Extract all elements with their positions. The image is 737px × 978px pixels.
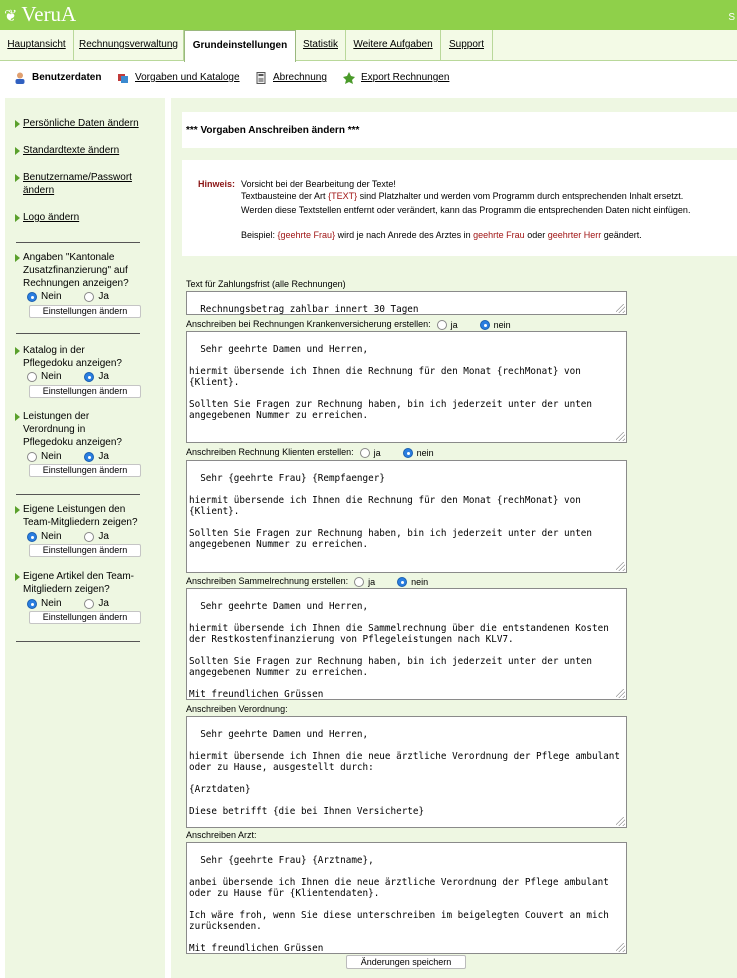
sub-navigation: Benutzerdaten Vorgaben und Kataloge Abre… — [0, 62, 737, 94]
sidebar-link-standardtexte[interactable]: Standardtexte ändern — [15, 144, 155, 157]
tab-support[interactable]: Support — [441, 30, 493, 61]
radio-ja[interactable] — [354, 576, 365, 587]
resize-grip-icon[interactable] — [616, 817, 625, 826]
subnav-abrechnung[interactable]: Abrechnung — [255, 70, 327, 86]
textarea-krankenversicherung[interactable]: Sehr geehrte Damen und Herren, hiermit ü… — [186, 331, 627, 443]
arrow-right-icon — [15, 214, 20, 222]
main-tabs: Hauptansicht Rechnungsverwaltung Grundei… — [0, 30, 737, 62]
radio-group-leistungen-verordnung: Nein Ja — [27, 451, 129, 463]
hint-line-1: Vorsicht bei der Bearbeitung der Texte! — [241, 179, 396, 189]
radio-ja[interactable] — [84, 599, 95, 609]
sidebar-divider — [16, 641, 140, 642]
radio-group-eigene-artikel: Nein Ja — [27, 598, 129, 610]
arrow-right-icon — [15, 413, 20, 421]
sidebar-divider — [16, 333, 140, 334]
radio-nein[interactable] — [27, 372, 37, 382]
radio-ja[interactable] — [84, 292, 95, 302]
save-changes-button[interactable]: Änderungen speichern — [346, 955, 466, 969]
textarea-zahlungsfrist[interactable]: Rechnungsbetrag zahlbar innert 30 Tagen — [186, 291, 627, 315]
tab-hauptansicht[interactable]: Hauptansicht — [0, 30, 74, 61]
radio-ja[interactable] — [84, 532, 95, 542]
tab-weitere-aufgaben[interactable]: Weitere Aufgaben — [346, 30, 441, 61]
label-verordnung: Anschreiben Verordnung: — [186, 704, 288, 714]
subnav-vorgaben-kataloge[interactable]: Vorgaben und Kataloge — [117, 70, 240, 86]
radio-ja[interactable] — [84, 452, 95, 462]
arrow-right-icon — [15, 147, 20, 155]
settings-button[interactable]: Einstellungen ändern — [29, 544, 141, 557]
question-zusatzfinanzierung: Angaben "Kantonale Zusatzfinanzierung" a… — [15, 251, 140, 290]
radio-nein[interactable] — [27, 452, 37, 462]
label-zahlungsfrist: Text für Zahlungsfrist (alle Rechnungen) — [186, 279, 346, 289]
radio-nein[interactable] — [27, 599, 37, 609]
hint-line-2: Textbausteine der Art {TEXT} sind Platzh… — [241, 191, 684, 201]
resize-grip-icon[interactable] — [616, 562, 625, 571]
catalog-icon — [117, 72, 129, 84]
radio-group-eigene-leistungen: Nein Ja — [27, 531, 129, 543]
logo-text: VeruA — [21, 2, 77, 26]
settings-button[interactable]: Einstellungen ändern — [29, 611, 141, 624]
question-katalog: Katalog in der Pflegedoku anzeigen? — [15, 344, 125, 370]
sidebar-link-persoenliche-daten[interactable]: Persönliche Daten ändern — [15, 117, 155, 130]
question-leistungen-verordnung: Leistungen der Verordnung in Pflegedoku … — [15, 410, 125, 449]
hint-line-3: Werden diese Textstellen entfernt oder v… — [241, 205, 691, 215]
label-klienten: Anschreiben Rechnung Klienten erstellen:… — [186, 447, 434, 458]
textarea-verordnung[interactable]: Sehr geehrte Damen und Herren, hiermit ü… — [186, 716, 627, 828]
tab-rechnungsverwaltung[interactable]: Rechnungsverwaltung — [74, 30, 184, 61]
radio-group-zusatzfinanzierung: Nein Ja — [27, 291, 129, 303]
radio-nein[interactable] — [27, 292, 37, 302]
sidebar-divider — [16, 494, 140, 495]
sidebar-link-logo[interactable]: Logo ändern — [15, 211, 155, 224]
settings-button[interactable]: Einstellungen ändern — [29, 464, 141, 477]
arrow-right-icon — [15, 174, 20, 182]
radio-ja[interactable] — [84, 372, 95, 382]
arrow-right-icon — [15, 347, 20, 355]
page-title: *** Vorgaben Anschreiben ändern *** — [182, 112, 737, 148]
radio-nein[interactable] — [479, 319, 490, 330]
radio-ja[interactable] — [359, 447, 370, 458]
resize-grip-icon[interactable] — [616, 689, 625, 698]
hint-box: Hinweis: Vorsicht bei der Bearbeitung de… — [182, 160, 737, 256]
arrow-right-icon — [15, 573, 20, 581]
subnav-export-rechnungen[interactable]: Export Rechnungen — [343, 70, 449, 86]
label-arzt: Anschreiben Arzt: — [186, 830, 257, 840]
app-logo[interactable]: ❦ VeruA — [4, 2, 76, 27]
hint-label: Hinweis: — [198, 179, 236, 189]
tab-statistik[interactable]: Statistik — [296, 30, 346, 61]
radio-ja[interactable] — [436, 319, 447, 330]
settings-button[interactable]: Einstellungen ändern — [29, 305, 141, 318]
settings-button[interactable]: Einstellungen ändern — [29, 385, 141, 398]
top-right-text: S — [728, 12, 735, 23]
arrow-right-icon — [15, 506, 20, 514]
export-icon — [343, 72, 355, 84]
textarea-klienten[interactable]: Sehr {geehrte Frau} {Rempfaenger} hiermi… — [186, 460, 627, 573]
label-sammelrechnung: Anschreiben Sammelrechnung erstellen: ja n… — [186, 576, 429, 587]
resize-grip-icon[interactable] — [616, 432, 625, 441]
leaf-logo-icon: ❦ — [4, 8, 18, 25]
textarea-sammelrechnung[interactable]: Sehr geehrte Damen und Herren, hiermit ü… — [186, 588, 627, 700]
arrow-right-icon — [15, 120, 20, 128]
radio-group-katalog: Nein Ja — [27, 371, 129, 383]
radio-nein[interactable] — [27, 532, 37, 542]
radio-nein[interactable] — [402, 447, 413, 458]
calculator-icon — [255, 72, 267, 84]
arrow-right-icon — [15, 254, 20, 262]
question-eigene-leistungen: Eigene Leistungen den Team-Mitgliedern z… — [15, 503, 140, 529]
hint-example: Beispiel: {geehrte Frau} wird je nach An… — [241, 230, 642, 240]
top-bar: ❦ VeruA S — [0, 0, 737, 30]
radio-nein[interactable] — [397, 576, 408, 587]
sidebar-link-benutzername-passwort[interactable]: Benutzername/Passwort ändern — [15, 171, 140, 197]
sidebar-divider — [16, 242, 140, 243]
textarea-arzt[interactable]: Sehr {geehrte Frau} {Arztname}, anbei üb… — [186, 842, 627, 954]
label-krankenversicherung: Anschreiben bei Rechnungen Krankenversic… — [186, 319, 511, 330]
user-icon — [14, 72, 26, 84]
subnav-benutzerdaten[interactable]: Benutzerdaten — [14, 70, 101, 86]
question-eigene-artikel: Eigene Artikel den Team-Mitgliedern zeig… — [15, 570, 140, 596]
tab-grundeinstellungen[interactable]: Grundeinstellungen — [184, 30, 296, 62]
resize-grip-icon[interactable] — [616, 943, 625, 952]
resize-grip-icon[interactable] — [616, 304, 625, 313]
